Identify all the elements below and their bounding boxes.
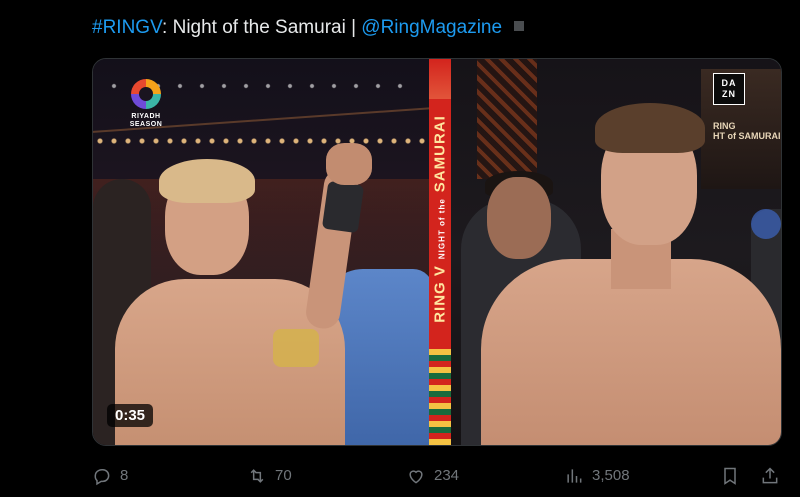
ring-v-banner: RING VNIGHT of theSAMURAI xyxy=(429,59,451,445)
hashtag-link[interactable]: #RINGV xyxy=(92,17,162,38)
mention-link[interactable]: @RingMagazine xyxy=(361,17,502,38)
bookmark-icon xyxy=(724,467,736,485)
repost-count: 70 xyxy=(275,467,292,484)
share-button[interactable] xyxy=(760,462,788,490)
left-video-frame: RIYADH SEASON 0:35 xyxy=(93,59,429,445)
video-duration: 0:35 xyxy=(107,404,154,427)
repost-icon xyxy=(250,469,264,483)
views-icon xyxy=(567,469,582,483)
like-button[interactable]: 234 xyxy=(406,462,459,490)
video-player[interactable]: RIYADH SEASON 0:35 RING VNIGHT of theSAM… xyxy=(92,58,782,446)
bookmark-button[interactable] xyxy=(720,462,748,490)
reply-button[interactable]: 8 xyxy=(92,462,128,490)
event-poster-text: RING HT of SAMURAI xyxy=(713,121,781,141)
right-video-frame: DA ZN RING HT of SAMURAI xyxy=(451,59,781,445)
reply-icon xyxy=(94,469,110,486)
like-count: 234 xyxy=(434,467,460,484)
views-button[interactable]: 3,508 xyxy=(564,462,630,490)
post-text: #RINGV: Night of the Samurai | @RingMaga… xyxy=(92,16,525,40)
post-title-text: : Night of the Samurai | xyxy=(162,17,362,38)
like-icon xyxy=(409,470,423,484)
reply-count: 8 xyxy=(120,467,129,484)
dazn-logo: DA ZN xyxy=(713,73,745,105)
trailing-square xyxy=(514,20,525,31)
share-icon xyxy=(762,467,778,484)
championship-belt xyxy=(273,329,319,367)
views-count: 3,508 xyxy=(592,467,630,484)
repost-button[interactable]: 70 xyxy=(247,462,292,490)
post-actions: 8 70 234 3,508 xyxy=(92,462,782,490)
riyadh-season-logo: RIYADH SEASON xyxy=(123,79,169,129)
